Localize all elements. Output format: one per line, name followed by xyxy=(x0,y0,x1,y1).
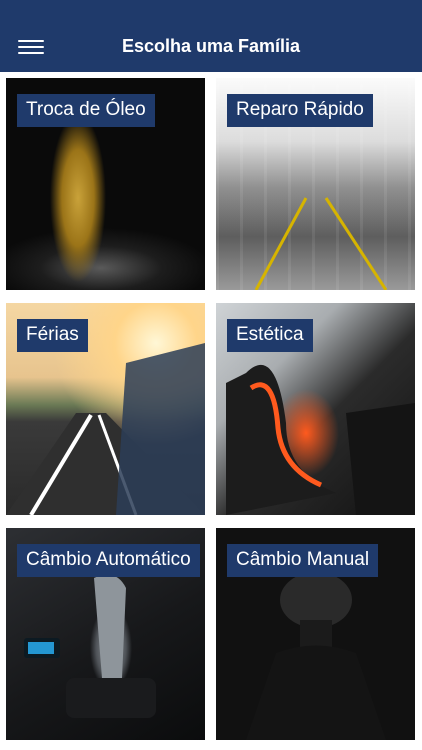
family-tile-quick-repair[interactable]: Reparo Rápido xyxy=(216,78,415,290)
family-tile-manual-transmission[interactable]: Câmbio Manual xyxy=(216,528,415,740)
tile-label: Câmbio Automático xyxy=(17,544,200,577)
family-tile-oil-change[interactable]: Troca de Óleo xyxy=(6,78,205,290)
family-tile-automatic-transmission[interactable]: Câmbio Automático xyxy=(6,528,205,740)
tile-label: Troca de Óleo xyxy=(17,94,155,127)
family-tile-aesthetics[interactable]: Estética xyxy=(216,303,415,515)
family-tile-vacation[interactable]: Férias xyxy=(6,303,205,515)
tile-label: Câmbio Manual xyxy=(227,544,379,577)
page-title: Escolha uma Família xyxy=(121,36,301,56)
tile-label: Reparo Rápido xyxy=(227,94,373,127)
app-header: Escolha uma Família xyxy=(0,0,422,72)
tile-label: Estética xyxy=(227,319,313,352)
tile-label: Férias xyxy=(17,319,88,352)
